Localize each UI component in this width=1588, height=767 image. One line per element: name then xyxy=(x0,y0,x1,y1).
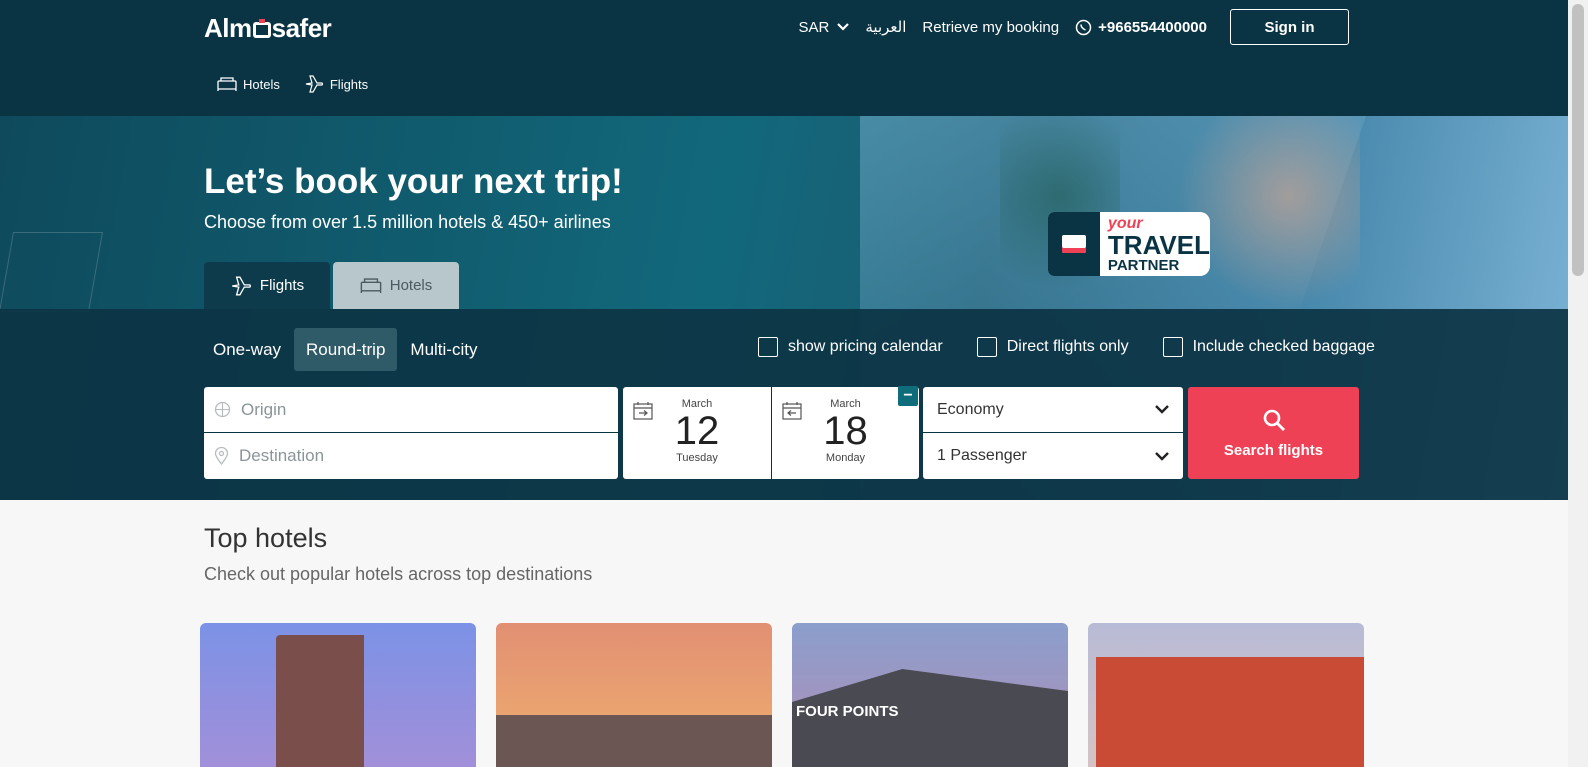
page-scrollbar[interactable] xyxy=(1568,0,1588,767)
hero-subtitle: Choose from over 1.5 million hotels & 45… xyxy=(204,212,611,232)
bed-icon xyxy=(217,77,237,91)
checkbox-icon xyxy=(758,337,778,357)
language-link[interactable]: العربية xyxy=(865,18,906,36)
suitcase-icon xyxy=(1048,212,1100,276)
header-nav: SAR العربية Retrieve my booking +9665544… xyxy=(783,9,1349,45)
hotel-cards: FOUR POINTS xyxy=(200,623,1364,767)
nav-flights[interactable]: Flights xyxy=(304,74,368,94)
depart-date[interactable]: March 12 Tuesday xyxy=(623,387,771,479)
hero-title: Let’s book your next trip! xyxy=(204,162,623,201)
top-hotels-title: Top hotels xyxy=(204,523,328,553)
checked-baggage-checkbox[interactable]: Include checked baggage xyxy=(1162,337,1375,357)
calendar-return-icon xyxy=(782,402,802,420)
checked-baggage-label: Include checked baggage xyxy=(1192,338,1375,355)
depart-weekday: Tuesday xyxy=(676,452,718,464)
hotel-card[interactable] xyxy=(496,623,772,767)
tab-flights[interactable]: Flights xyxy=(204,262,330,309)
cabin-passenger-box: Economy 1 Passenger xyxy=(923,387,1183,479)
direct-flights-checkbox[interactable]: Direct flights only xyxy=(976,337,1129,357)
travel-partner-tag: your TRAVEL PARTNER xyxy=(1048,212,1210,276)
scrollbar-thumb[interactable] xyxy=(1572,4,1584,276)
plane-icon xyxy=(231,276,251,295)
trip-round-trip[interactable]: Round-trip xyxy=(294,328,398,371)
chevron-down-icon xyxy=(1155,451,1169,461)
location-pin-icon xyxy=(214,447,229,465)
top-header: Alm safer SAR العربية Retrieve my booking… xyxy=(0,0,1568,116)
hotel-sign: FOUR POINTS xyxy=(796,703,899,720)
currency-label: SAR xyxy=(798,18,830,36)
logo-text: Alm xyxy=(204,12,252,43)
phone-link[interactable]: +966554400000 xyxy=(1075,19,1207,36)
search-flights-label: Search flights xyxy=(1223,441,1324,459)
hotel-image xyxy=(496,715,772,767)
phone-number: +966554400000 xyxy=(1098,18,1207,36)
return-date[interactable]: March 18 Monday xyxy=(771,387,919,479)
plane-icon xyxy=(305,75,323,93)
hotel-card[interactable] xyxy=(200,623,476,767)
origin-placeholder: Origin xyxy=(241,399,287,419)
cabin-class-select[interactable]: Economy xyxy=(923,387,1183,433)
currency-selector[interactable]: SAR xyxy=(799,19,850,36)
trip-one-way[interactable]: One-way xyxy=(204,328,290,371)
hotel-image xyxy=(1096,657,1364,767)
search-options: show pricing calendar Direct flights onl… xyxy=(758,337,1375,357)
trip-multi-city[interactable]: Multi-city xyxy=(401,328,486,371)
product-tabs: Flights Hotels xyxy=(204,262,459,309)
top-hotels-subtitle: Check out popular hotels across top dest… xyxy=(204,564,593,584)
nav-flights-label: Flights xyxy=(329,76,369,92)
tag-line-3: PARTNER xyxy=(1107,256,1180,274)
pricing-calendar-label: show pricing calendar xyxy=(788,338,943,355)
direct-flights-label: Direct flights only xyxy=(1006,338,1129,355)
hotel-card[interactable] xyxy=(1088,623,1364,767)
suitcase-decoration xyxy=(0,232,104,312)
crosshair-icon xyxy=(214,401,231,418)
passengers-select[interactable]: 1 Passenger xyxy=(923,433,1183,479)
hotel-card[interactable]: FOUR POINTS xyxy=(792,623,1068,767)
remove-return-button[interactable]: − xyxy=(898,386,918,406)
search-icon xyxy=(1263,409,1285,431)
nav-hotels[interactable]: Hotels xyxy=(217,74,280,94)
date-picker: March 12 Tuesday March 18 Monday xyxy=(623,387,919,479)
tab-flights-label: Flights xyxy=(259,277,305,294)
logo[interactable]: Alm safer xyxy=(204,12,332,43)
chevron-down-icon xyxy=(837,23,850,31)
return-weekday: Monday xyxy=(825,452,866,464)
origin-destination-box: Origin Destination xyxy=(204,387,618,479)
passengers-value: 1 Passenger xyxy=(937,447,1027,464)
search-flights-button[interactable]: Search flights xyxy=(1188,387,1359,479)
hotel-image xyxy=(276,635,364,767)
destination-placeholder: Destination xyxy=(239,446,325,465)
logo-suitcase-icon xyxy=(252,19,271,38)
retrieve-booking-link[interactable]: Retrieve my booking xyxy=(922,19,1059,36)
product-nav: Hotels Flights xyxy=(217,74,368,94)
calendar-depart-icon xyxy=(633,402,653,420)
flight-search-panel: One-way Round-trip Multi-city show prici… xyxy=(0,309,1568,500)
cabin-class-value: Economy xyxy=(937,400,1004,418)
tab-hotels-label: Hotels xyxy=(389,277,433,294)
destination-field[interactable]: Destination xyxy=(204,433,618,479)
tab-hotels[interactable]: Hotels xyxy=(333,262,459,309)
bed-icon xyxy=(360,278,382,293)
chevron-down-icon xyxy=(1155,405,1169,414)
pricing-calendar-checkbox[interactable]: show pricing calendar xyxy=(758,337,943,357)
checkbox-icon xyxy=(976,337,997,357)
logo-text-end: safer xyxy=(271,12,332,43)
checkbox-icon xyxy=(1162,337,1183,357)
origin-field[interactable]: Origin xyxy=(204,387,618,433)
nav-hotels-label: Hotels xyxy=(243,76,280,92)
tag-line-2: TRAVEL xyxy=(1107,229,1210,260)
sign-in-button[interactable]: Sign in xyxy=(1230,9,1349,45)
top-hotels-section: Top hotels Check out popular hotels acro… xyxy=(204,523,592,585)
trip-type-selector: One-way Round-trip Multi-city xyxy=(204,328,490,371)
whatsapp-icon xyxy=(1075,19,1092,35)
